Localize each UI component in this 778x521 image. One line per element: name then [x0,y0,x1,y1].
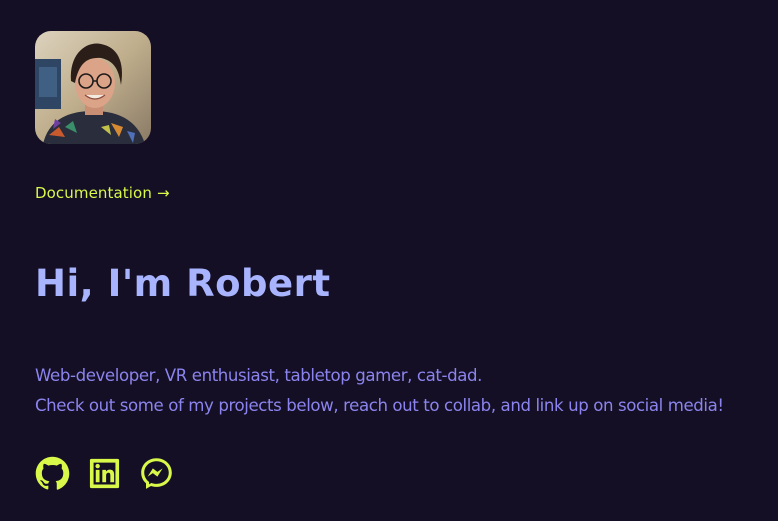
portrait-photo [35,31,151,144]
avatar [35,31,151,144]
intro-line-2: Check out some of my projects below, rea… [35,396,724,415]
documentation-link[interactable]: Documentation → [35,183,170,203]
page-title: Hi, I'm Robert [35,262,331,305]
messenger-icon [141,458,172,489]
linkedin-icon [89,458,120,489]
arrow-right-icon: → [156,184,170,202]
intro-text: Web-developer, VR enthusiast, tabletop g… [35,361,724,421]
linkedin-link[interactable] [87,456,122,491]
social-links [35,456,174,491]
documentation-label: Documentation [35,184,152,202]
github-icon [35,456,70,490]
github-link[interactable] [35,456,70,491]
messenger-link[interactable] [139,456,174,491]
intro-line-1: Web-developer, VR enthusiast, tabletop g… [35,366,482,385]
